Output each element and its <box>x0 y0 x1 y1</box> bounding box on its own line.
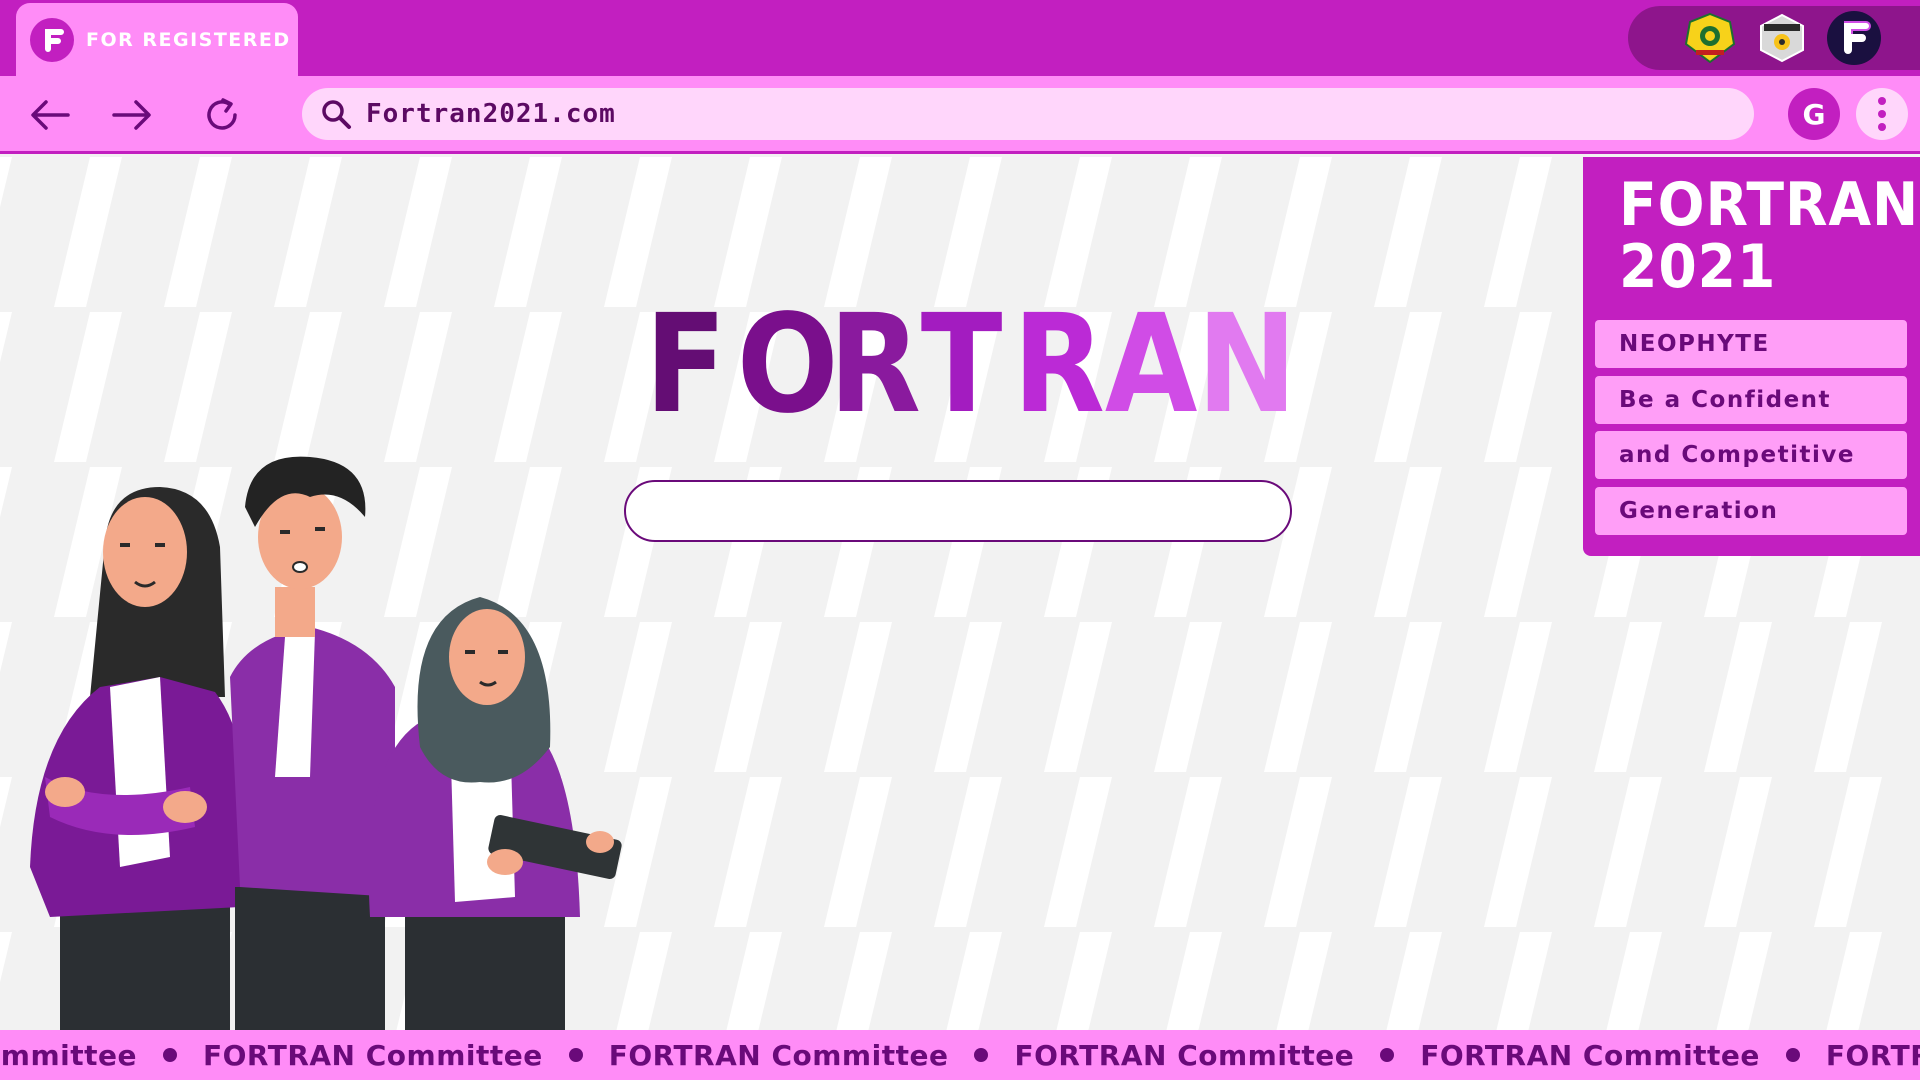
hero-letter: A <box>1104 286 1198 444</box>
fortran-logo-icon <box>30 17 74 62</box>
browser-toolbar: Fortran2021.com G <box>0 76 1920 154</box>
search-icon <box>322 100 351 129</box>
hero-letter: R <box>1012 286 1105 444</box>
ticker-item: FORTRAN Committee <box>1420 1038 1760 1072</box>
kebab-menu-icon[interactable] <box>1856 88 1908 140</box>
tab-for-registered[interactable]: FOR REGISTERED <box>16 3 298 76</box>
ticker-dot <box>974 1048 989 1062</box>
hero-letter: O <box>736 286 839 444</box>
back-button[interactable] <box>22 90 78 140</box>
search-input[interactable] <box>624 480 1292 542</box>
fortran-round-logo <box>1826 10 1882 66</box>
ticker-item: FORTRAN Committee <box>202 1038 543 1072</box>
partner-logos <box>1628 6 1920 70</box>
card-title: FORTRAN 2021 <box>1619 174 1919 298</box>
page-content: FORTRAN FORTRAN 2021 NEOPHYTE Be a Confi… <box>0 157 1920 1030</box>
profile-button[interactable]: G <box>1788 88 1840 140</box>
ticker-item: FORTRAN Committee <box>608 1038 949 1072</box>
hero-letter: F <box>644 286 727 444</box>
universitas-jember-logo <box>1682 10 1738 66</box>
team-illustration <box>30 456 622 1030</box>
arrow-right-icon <box>112 100 151 130</box>
person-woman-hijab <box>368 597 622 1030</box>
ticker-dot <box>162 1048 177 1062</box>
ticker-item: FORTRAN Committee <box>1014 1038 1355 1072</box>
ticker-item: Committee <box>0 1038 137 1072</box>
tab-title: FOR REGISTERED <box>86 28 291 51</box>
himaxif-logo <box>1754 10 1810 66</box>
hero-letter: T <box>920 286 1003 444</box>
card-item-competitive: and Competitive <box>1595 431 1907 479</box>
card-item-neophyte: NEOPHYTE <box>1595 320 1907 368</box>
committee-ticker: Committee FORTRAN Committee FORTRAN Commit… <box>0 1030 1920 1080</box>
url-text: Fortran2021.com <box>366 99 616 129</box>
person-woman-left <box>30 487 250 1030</box>
promo-card: FORTRAN 2021 NEOPHYTE Be a Confident and… <box>1583 157 1920 556</box>
person-man-center <box>230 456 395 1030</box>
ticker-dot <box>568 1048 583 1062</box>
arrow-left-icon <box>31 100 70 130</box>
tab-strip: FOR REGISTERED <box>0 0 1920 76</box>
card-item-generation: Generation <box>1595 487 1907 535</box>
ticker-item: FORTRAN Committ <box>1825 1038 1920 1072</box>
hero-title: FORTRAN <box>640 286 1297 444</box>
reload-icon <box>207 98 237 130</box>
address-bar[interactable]: Fortran2021.com <box>302 88 1754 140</box>
forward-button[interactable] <box>104 90 160 140</box>
hero-letter: R <box>828 286 921 444</box>
hero-letter: N <box>1196 286 1297 444</box>
card-title-line1: FORTRAN <box>1619 170 1920 240</box>
reload-button[interactable] <box>194 90 250 140</box>
ticker-dot <box>1380 1048 1395 1062</box>
ticker-dot <box>1785 1048 1800 1062</box>
ticker-track: Committee FORTRAN Committee FORTRAN Commit… <box>0 1039 1920 1072</box>
card-item-confident: Be a Confident <box>1595 376 1907 424</box>
card-title-line2: 2021 <box>1619 232 1777 302</box>
